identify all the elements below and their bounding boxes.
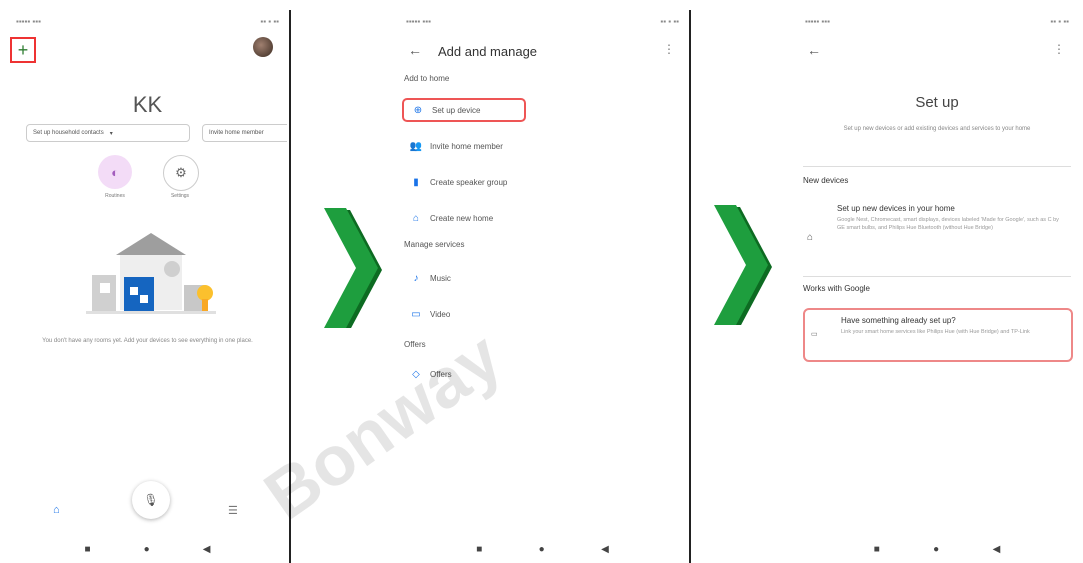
status-icons: ▪▪ ▪ ▪▪ xyxy=(260,16,279,26)
household-contacts-chip[interactable]: Set up household contacts ▾ xyxy=(26,124,190,142)
existing-setup-desc: Link your smart home services like Phili… xyxy=(841,329,1030,335)
section-manage-services: Manage services xyxy=(404,240,465,249)
home-nav-icon[interactable]: ● xyxy=(933,544,939,555)
android-nav-bar: ■ ● ◀ xyxy=(398,535,687,563)
recents-icon[interactable]: ■ xyxy=(874,544,880,555)
home-name: KK xyxy=(132,92,163,117)
more-options-icon[interactable]: ⋮ xyxy=(663,42,675,56)
page-subtitle: Set up new devices or add existing devic… xyxy=(843,126,1031,132)
next-step-arrow-icon xyxy=(714,205,772,325)
back-nav-icon[interactable]: ◀ xyxy=(601,544,609,555)
tutorial-canvas: ▪▪▪▪▪ ▪▪▪ ▪▪ ▪ ▪▪ + KK Set up household … xyxy=(0,0,1083,563)
empty-state-text: You don't have any rooms yet. Add your d… xyxy=(42,338,253,344)
person-add-icon: 👥 xyxy=(409,140,423,152)
existing-setup-option[interactable]: ▭ Have something already set up? Link yo… xyxy=(803,308,1073,362)
chevron-down-icon: ▾ xyxy=(109,130,113,137)
menu-item-music[interactable]: ♪ Music xyxy=(402,266,677,290)
back-nav-icon[interactable]: ◀ xyxy=(993,544,1001,555)
routines-button[interactable]: ◐ xyxy=(98,155,132,189)
recents-icon[interactable]: ■ xyxy=(476,544,482,555)
menu-item-offers[interactable]: ◇ Offers xyxy=(402,362,677,386)
music-note-icon: ♪ xyxy=(413,272,419,284)
empty-home-illustration xyxy=(86,233,216,314)
settings-button[interactable]: ⚙ xyxy=(163,155,199,191)
menu-item-new-home[interactable]: ⌂ Create new home xyxy=(402,206,677,230)
more-options-icon[interactable]: ⋮ xyxy=(1053,42,1065,56)
divider xyxy=(803,276,1071,277)
page-title: Set up xyxy=(915,94,959,111)
status-bar: ▪▪▪▪▪ ▪▪▪ ▪▪ ▪ ▪▪ xyxy=(16,14,279,28)
screen-add-manage: ▪▪▪▪▪ ▪▪▪ ▪▪ ▪ ▪▪ ← Add and manage ⋮ Add… xyxy=(398,10,687,563)
routines-label: Routines xyxy=(105,193,125,199)
home-tab-icon[interactable]: ⌂ xyxy=(53,504,60,516)
link-icon: ▭ xyxy=(811,331,818,338)
routines-icon: ◐ xyxy=(111,164,119,180)
status-time: ▪▪▪▪▪ ▪▪▪ xyxy=(406,16,431,26)
page-title: Add and manage xyxy=(438,44,538,59)
section-new-devices: New devices xyxy=(803,176,849,185)
speaker-group-icon: ▮ xyxy=(413,176,419,188)
avatar[interactable] xyxy=(253,37,273,57)
video-icon: ▭ xyxy=(411,308,421,320)
screen-set-up: ▪▪▪▪▪ ▪▪▪ ▪▪ ▪ ▪▪ ← ⋮ Set up Set up new … xyxy=(797,10,1077,563)
status-time: ▪▪▪▪▪ ▪▪▪ xyxy=(805,16,830,26)
divider xyxy=(803,166,1071,167)
screen-home: ▪▪▪▪▪ ▪▪▪ ▪▪ ▪ ▪▪ + KK Set up household … xyxy=(8,10,287,563)
status-bar: ▪▪▪▪▪ ▪▪▪ ▪▪ ▪ ▪▪ xyxy=(805,14,1069,28)
feed-tab-icon[interactable]: ☰ xyxy=(228,504,238,517)
recents-icon[interactable]: ■ xyxy=(85,544,91,555)
home-nav-icon[interactable]: ● xyxy=(144,544,150,555)
next-step-arrow-icon xyxy=(324,208,382,328)
invite-member-chip[interactable]: Invite home member xyxy=(202,124,287,142)
tag-icon: ◇ xyxy=(412,368,420,380)
menu-item-invite-member[interactable]: 👥 Invite home member xyxy=(402,134,677,158)
plus-circle-icon: ⊕ xyxy=(413,104,423,116)
back-nav-icon[interactable]: ◀ xyxy=(203,544,211,555)
plus-icon: + xyxy=(17,39,29,60)
mic-button[interactable]: 🎙 xyxy=(132,481,170,519)
mic-icon: 🎙 xyxy=(143,493,159,507)
menu-item-setup-device[interactable]: ⊕ Set up device xyxy=(402,98,526,122)
home-outline-icon: ⌂ xyxy=(807,232,814,243)
new-devices-title: Set up new devices in your home xyxy=(837,204,955,213)
status-icons: ▪▪ ▪ ▪▪ xyxy=(660,16,679,26)
status-bar: ▪▪▪▪▪ ▪▪▪ ▪▪ ▪ ▪▪ xyxy=(406,14,679,28)
menu-item-speaker-group[interactable]: ▮ Create speaker group xyxy=(402,170,677,194)
status-icons: ▪▪ ▪ ▪▪ xyxy=(1050,16,1069,26)
panel-divider xyxy=(289,10,291,563)
existing-setup-title: Have something already set up? xyxy=(841,316,956,325)
back-arrow-icon[interactable]: ← xyxy=(807,42,821,58)
section-offers: Offers xyxy=(404,340,426,349)
section-works-with-google: Works with Google xyxy=(803,284,870,293)
home-icon: ⌂ xyxy=(412,212,420,224)
add-button[interactable]: + xyxy=(10,37,36,63)
settings-label: Settings xyxy=(170,193,190,199)
gear-icon: ⚙ xyxy=(175,165,187,180)
new-devices-desc: Google Nest, Chromecast, smart displays,… xyxy=(837,217,1059,231)
panel-divider xyxy=(689,10,691,563)
status-time: ▪▪▪▪▪ ▪▪▪ xyxy=(16,16,41,26)
new-devices-option[interactable]: ⌂ Set up new devices in your home Google… xyxy=(797,198,1077,270)
section-add-to-home: Add to home xyxy=(404,74,450,83)
home-nav-icon[interactable]: ● xyxy=(539,544,545,555)
android-nav-bar: ■ ● ◀ xyxy=(797,535,1077,563)
menu-item-video[interactable]: ▭ Video xyxy=(402,302,677,326)
android-nav-bar: ■ ● ◀ xyxy=(8,535,287,563)
back-arrow-icon[interactable]: ← xyxy=(408,42,422,58)
